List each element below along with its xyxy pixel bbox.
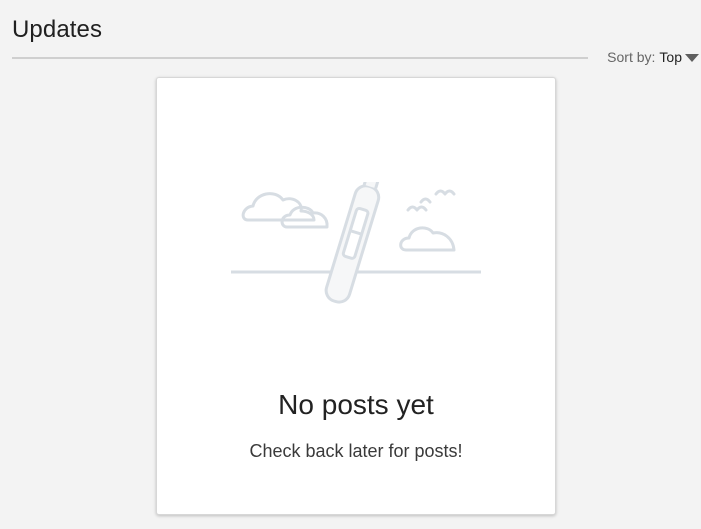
empty-state-heading: No posts yet — [278, 389, 434, 420]
empty-state-subtext: Check back later for posts! — [249, 441, 463, 461]
cloud-right-icon — [399, 226, 456, 252]
updates-page: Updates Sort by: Top No posts yet Check … — [0, 0, 701, 529]
bird-2-icon — [434, 189, 456, 196]
sort-dropdown[interactable]: Sort by: Top — [607, 49, 699, 65]
empty-posts-card: No posts yet Check back later for posts! — [156, 77, 556, 515]
section-divider — [12, 57, 588, 59]
bird-1-icon — [406, 205, 428, 212]
sort-label: Sort by: — [607, 49, 656, 65]
page-title: Updates — [12, 16, 103, 43]
sort-value[interactable]: Top — [659, 49, 682, 65]
triangle-down-icon[interactable] — [685, 54, 699, 62]
bird-3-icon — [419, 197, 432, 204]
message-in-bottle-illustration — [231, 182, 481, 304]
